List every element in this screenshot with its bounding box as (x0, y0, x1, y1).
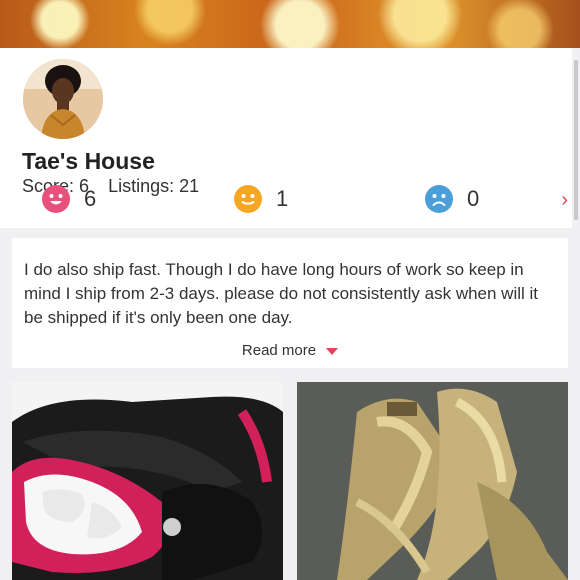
scrollbar[interactable] (574, 60, 578, 220)
rating-negative-count: 0 (467, 186, 480, 211)
rating-neutral-count: 1 (276, 186, 289, 211)
shop-name: Tae's House (22, 148, 155, 174)
heels-photo (297, 382, 568, 580)
sneaker-photo (12, 382, 283, 580)
rating-negative[interactable]: 0 (425, 185, 479, 213)
about-card: I do also ship fast. Though I do have lo… (12, 238, 568, 368)
caret-down-icon (326, 347, 339, 355)
rating-neutral[interactable]: 1 (234, 185, 288, 213)
listing-tile-heels[interactable] (297, 382, 568, 580)
chevron-right-icon[interactable]: › (561, 189, 568, 212)
read-more-button[interactable]: Read more (12, 342, 568, 359)
cover-photo (0, 0, 580, 48)
avatar[interactable] (20, 56, 106, 142)
rating-positive-count: 6 (84, 186, 97, 211)
sad-face-icon (425, 185, 453, 213)
listing-tile-sneakers[interactable] (12, 382, 283, 580)
neutral-face-icon (234, 185, 262, 213)
happy-face-icon (42, 185, 70, 213)
ratings-row: 6 1 0 (0, 185, 572, 221)
read-more-label: Read more (241, 342, 317, 359)
rating-positive[interactable]: 6 (42, 185, 96, 213)
about-text: I do also ship fast. Though I do have lo… (24, 260, 539, 327)
